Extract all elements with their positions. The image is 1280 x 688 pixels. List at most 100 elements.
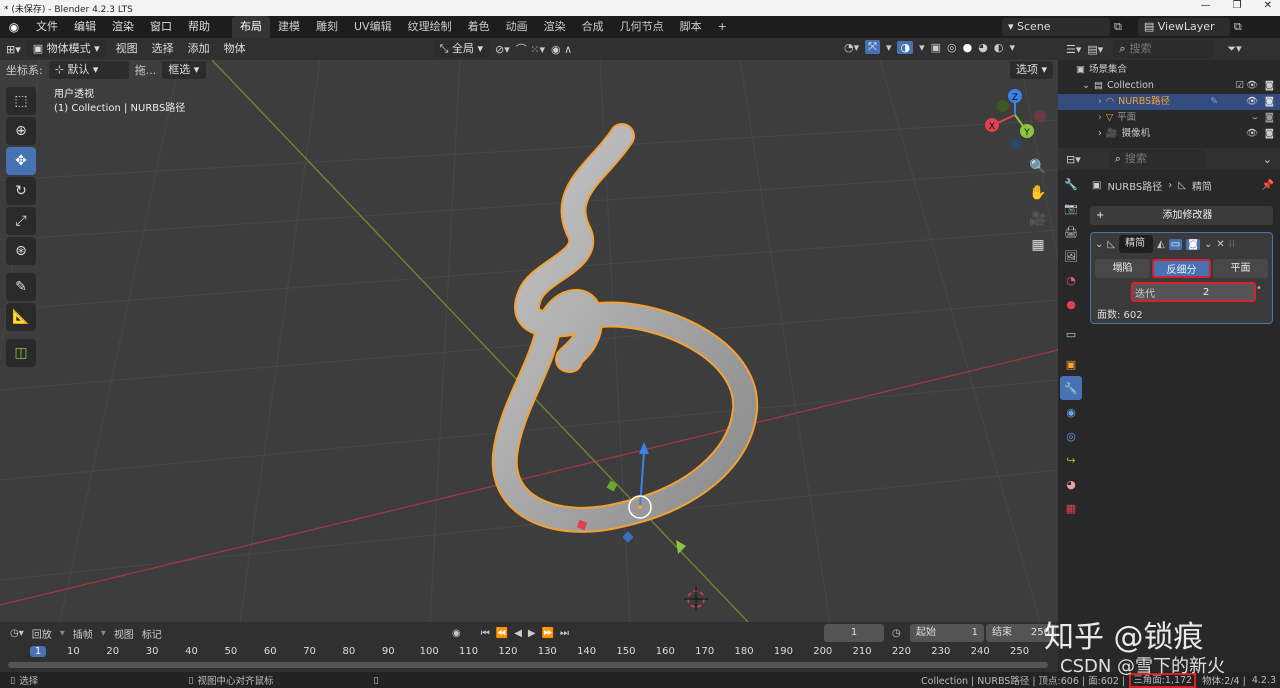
blender-logo-icon[interactable]: ◉ [0,20,28,34]
rendered-shading-icon[interactable]: ◐ [994,41,1004,54]
expand-chevron-icon[interactable]: › [1098,110,1102,126]
tab-animation[interactable]: 动画 [498,16,536,38]
menu-edit[interactable]: 编辑 [66,16,104,38]
data-tab-icon[interactable]: ◕ [1060,472,1082,496]
jump-end-icon[interactable]: ⏭ [560,628,569,639]
expand-chevron-icon[interactable]: › [1098,94,1102,110]
camera-render-icon[interactable]: ◙ [1265,94,1274,110]
editor-type-icon[interactable]: ⊞▾ [6,43,21,56]
outliner-editor-icon[interactable]: ☰▾ [1066,43,1081,56]
gizmo-dropdown-icon[interactable]: ▾ [886,41,892,54]
add-cube-icon[interactable]: ◫ [6,339,36,367]
properties-editor-icon[interactable]: ⊟▾ [1066,153,1081,166]
filter-icon[interactable]: ⏷▾ [1227,42,1241,56]
menu-file[interactable]: 文件 [28,16,66,38]
remove-modifier-icon[interactable]: ✕ [1216,239,1224,250]
mode-selector[interactable]: ▣ 物体模式 ▾ [26,40,106,58]
menu-window[interactable]: 窗口 [142,16,180,38]
tab-compositing[interactable]: 合成 [574,16,612,38]
viewport-toggle-icon[interactable]: ▭ [1168,238,1183,250]
proportional-edit-icon[interactable]: ◉ ∧ [551,43,572,56]
mode-planar-button[interactable]: 平面 [1213,259,1268,278]
wireframe-shading-icon[interactable]: ◎ [947,41,957,54]
viewport-menu-add[interactable]: 添加 [184,38,214,60]
checkbox-icon[interactable]: ☑ [1235,78,1244,94]
eye-icon[interactable]: 👁 [1246,94,1258,110]
add-workspace-button[interactable]: + [710,16,735,38]
display-mode-icon[interactable]: ▤▾ [1087,43,1103,56]
outliner-item-collection[interactable]: ⌄ ▤ Collection ☑ 👁 ◙ [1058,78,1280,94]
options-dropdown[interactable]: 选项 ▾ [1010,61,1054,79]
timeline-ruler[interactable]: 1 10 20 30 40 50 60 70 80 90 100 110 120 130 140 150 160… [0,644,1058,662]
add-modifier-button[interactable]: + 添加修改器 [1090,206,1273,225]
camera-view-icon[interactable]: 🎥 [1024,206,1052,232]
annotate-icon[interactable]: ✎ [6,273,36,301]
cursor-icon[interactable]: ⊕ [6,117,36,145]
current-frame-field[interactable]: 1 [824,624,884,642]
maximize-button[interactable]: ❐ [1233,0,1242,11]
prev-keyframe-icon[interactable]: ⏪ [496,628,508,639]
viewport-menu-view[interactable]: 视图 [112,38,142,60]
particles-tab-icon[interactable]: ◉ [1060,400,1082,424]
shading-dropdown-icon[interactable]: ▾ [1009,41,1015,54]
pan-hand-icon[interactable]: ✋ [1024,180,1052,206]
overlay-dropdown-icon[interactable]: ▾ [919,41,925,54]
outliner-scene-collection[interactable]: ▣ 场景集合 [1058,62,1280,78]
modifier-name-field[interactable]: 精简 [1119,235,1154,253]
collapse-chevron-icon[interactable]: ⌄ [1082,78,1090,94]
copy-icon[interactable]: ⧉ [1114,20,1122,34]
play-reverse-icon[interactable]: ◀ [514,628,522,639]
tab-layout[interactable]: 布局 [232,16,270,38]
eye-icon[interactable]: 👁 [1246,78,1258,94]
material-tab-icon[interactable]: ▦ [1060,496,1082,520]
properties-search[interactable]: ⌕ 搜索 [1108,150,1205,168]
navigation-gizmo[interactable]: Z X Y [985,89,1046,150]
menu-render[interactable]: 渲染 [104,16,142,38]
coord-system-selector[interactable]: ⊹ 默认 ▾ [48,61,129,79]
object-tab-icon[interactable]: ▣ [1060,352,1082,376]
tab-geometry-nodes[interactable]: 几何节点 [612,16,672,38]
viewlayer-selector[interactable]: ▤ ViewLayer [1137,18,1230,36]
record-icon[interactable]: ◉ [452,628,461,639]
zoom-icon[interactable]: 🔍 [1024,154,1052,180]
move-icon[interactable]: ✥ [6,147,36,175]
camera-render-icon[interactable]: ◙ [1265,126,1274,142]
solid-shading-icon[interactable]: ● [963,41,973,54]
outliner-item-nurbs[interactable]: › ◠ NURBS路径 ✎ 👁 ◙ [1058,94,1280,110]
transform-icon[interactable]: ⊛ [6,237,36,265]
mode-unsubdivide-button[interactable]: 反细分 [1152,259,1211,278]
drag-handle-icon[interactable]: ⁞⁞ [1229,239,1235,250]
jump-start-icon[interactable]: ⏮ [481,628,490,639]
modifier-tab-icon[interactable]: 🔧 [1060,376,1082,400]
render-tab-icon[interactable]: 📷 [1060,196,1082,220]
gizmo-toggle-icon[interactable]: ⤧ [865,40,880,54]
pin-icon[interactable]: 📌 [1262,180,1274,191]
mode-collapse-button[interactable]: 塌陷 [1095,259,1150,278]
collection-tab-icon[interactable]: ▭ [1060,322,1082,346]
scene-selector[interactable]: ▾ Scene [1002,18,1110,36]
select-box-icon[interactable]: ⬚ [6,87,36,115]
drag-selector[interactable]: 框选 ▾ [162,61,207,79]
outliner-item-plane[interactable]: › ▽ 平面 ⌣ ◙ [1058,110,1280,126]
rotate-icon[interactable]: ↻ [6,177,36,205]
viewport-menu-select[interactable]: 选择 [148,38,178,60]
next-keyframe-icon[interactable]: ⏩ [542,628,554,639]
outliner-item-camera[interactable]: › 🎥 摄像机 👁 ◙ [1058,126,1280,142]
tool-tab-icon[interactable]: 🔧 [1060,172,1082,196]
menu-help[interactable]: 帮助 [180,16,218,38]
render-toggle-icon[interactable]: ◙ [1186,238,1200,250]
measure-icon[interactable]: 📐 [6,303,36,331]
timeline-scrollbar[interactable] [8,662,1048,668]
scale-icon[interactable]: ⤢ [6,207,36,235]
view-layer-tab-icon[interactable]: 🖼 [1060,244,1082,268]
options-chevron-icon[interactable]: ⌄ [1263,153,1272,166]
viewport-menu-object[interactable]: 物体 [220,38,250,60]
overlay-toggle-icon[interactable]: ◑ [897,40,914,54]
timeline-menu-playback[interactable]: 回放 [32,626,52,641]
iterations-field[interactable]: 迭代 2 [1131,282,1256,302]
eye-closed-icon[interactable]: ⌣ [1252,110,1258,126]
tab-sculpting[interactable]: 雕刻 [308,16,346,38]
tab-shading[interactable]: 着色 [460,16,498,38]
copy-icon[interactable]: ⧉ [1234,20,1242,34]
world-tab-icon[interactable]: ● [1060,292,1082,316]
